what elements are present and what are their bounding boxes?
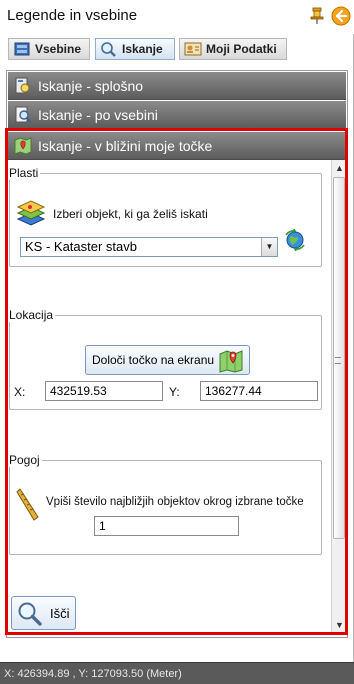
- layers-icon: [14, 42, 30, 56]
- id-card-icon: [184, 42, 202, 56]
- y-coordinate-field[interactable]: 136277.44: [200, 381, 318, 401]
- tab-moji-podatki[interactable]: Moji Podatki: [179, 38, 287, 60]
- tab-label: Vsebine: [35, 42, 82, 56]
- near-point-search-content: Plasti Izberi objekt, ki ga želiš iskati…: [7, 160, 331, 634]
- accordion-label: Iskanje - v bližini moje točke: [38, 137, 213, 154]
- tab-label: Moji Podatki: [206, 42, 277, 56]
- tab-iskanje[interactable]: Iskanje: [95, 38, 175, 60]
- layer-select-value: KS - Kataster stavb: [25, 239, 137, 254]
- search-general-icon: [15, 77, 30, 94]
- title-bar: Legende in vsebine: [0, 0, 354, 34]
- accordion-label: Iskanje - splošno: [38, 77, 144, 94]
- panel-title: Legende in vsebine: [7, 7, 138, 24]
- layer-select[interactable]: KS - Kataster stavb ▼: [20, 237, 278, 257]
- pogoj-legend: Pogoj: [7, 453, 42, 467]
- accordion-header-po-vsebini[interactable]: Iskanje - po vsebini: [8, 101, 346, 129]
- plasti-legend: Plasti: [7, 166, 41, 180]
- search-button[interactable]: Išči: [11, 596, 76, 630]
- x-label: X:: [14, 385, 26, 399]
- tab-vsebine[interactable]: Vsebine: [8, 38, 90, 60]
- accordion-header-v-blizini[interactable]: Iskanje - v bližini moje točke: [8, 132, 346, 160]
- back-arrow-icon[interactable]: [331, 6, 351, 26]
- pick-point-button[interactable]: Določi točko na ekranu: [85, 345, 250, 375]
- legend-panel: Legende in vsebine Vsebine Iskanje Moji …: [0, 0, 354, 662]
- magnifier-icon: [101, 42, 116, 57]
- pogoj-group: Pogoj Vpiši število najbližjih objektov …: [7, 453, 322, 555]
- status-bar: X: 426394.89 , Y: 127093.50 (Meter): [0, 662, 354, 684]
- x-coordinate-field[interactable]: 432519.53: [45, 381, 163, 401]
- chevron-down-icon[interactable]: ▼: [261, 238, 277, 256]
- pogoj-prompt: Vpiši število najbližjih objektov okrog …: [46, 496, 304, 508]
- map-pin-icon: [219, 350, 243, 373]
- search-icon: [18, 602, 42, 626]
- scrollbar-grip: [335, 357, 341, 364]
- pin-icon[interactable]: [310, 7, 324, 25]
- y-label: Y:: [169, 385, 180, 399]
- refresh-globe-icon[interactable]: [284, 229, 306, 251]
- search-button-label: Išči: [50, 605, 70, 621]
- scroll-up-icon[interactable]: ▲: [333, 162, 346, 175]
- search-content-icon: [15, 106, 31, 123]
- ruler-icon: [16, 488, 39, 521]
- plasti-prompt: Izberi objekt, ki ga želiš iskati: [53, 207, 208, 221]
- map-point-icon: [14, 137, 32, 155]
- lokacija-group: Lokacija Določi točko na ekranu X: 43251…: [7, 308, 322, 410]
- pick-point-label: Določi točko na ekranu: [92, 353, 215, 367]
- lokacija-legend: Lokacija: [7, 308, 56, 322]
- nearest-count-field[interactable]: 1: [94, 516, 239, 536]
- content-scrollbar[interactable]: ▲ ▼: [331, 160, 346, 634]
- tab-label: Iskanje: [122, 42, 163, 56]
- accordion-label: Iskanje - po vsebini: [38, 106, 158, 123]
- scroll-down-icon[interactable]: ▼: [333, 619, 346, 632]
- layers-stack-icon: [16, 200, 46, 226]
- accordion-header-splosno[interactable]: Iskanje - splošno: [8, 72, 346, 100]
- status-coordinates: X: 426394.89 , Y: 127093.50 (Meter): [4, 668, 182, 680]
- plasti-group: Plasti Izberi objekt, ki ga želiš iskati…: [7, 166, 322, 267]
